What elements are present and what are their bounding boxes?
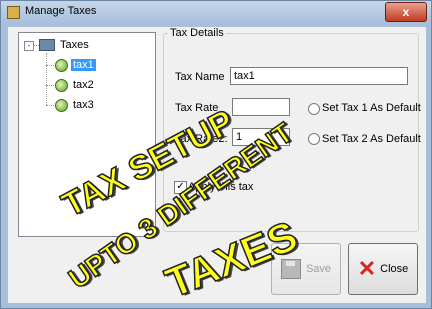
save-icon — [280, 259, 301, 279]
close-button[interactable]: ✕ Close — [348, 243, 418, 295]
close-button-label: Close — [380, 263, 409, 275]
tax-item-icon — [55, 58, 68, 72]
app-icon — [7, 6, 20, 19]
tax-rate2-input[interactable] — [232, 128, 290, 146]
collapse-expander[interactable]: - — [24, 41, 34, 51]
tree-item-label: tax1 — [71, 59, 96, 71]
manage-taxes-window: Manage Taxes x - Taxes tax1 tax2 tax3 Ta… — [0, 0, 432, 309]
tax-name-label: Tax Name — [175, 71, 225, 83]
tree-item-label: tax3 — [73, 99, 94, 111]
tax-item-icon — [55, 78, 68, 92]
tree-item-tax2[interactable]: tax2 — [55, 77, 96, 93]
tax-item-icon — [55, 98, 68, 112]
title-bar: Manage Taxes x — [1, 1, 431, 23]
tax-details-legend: Tax Details — [170, 27, 224, 39]
folder-icon — [39, 39, 55, 52]
taxes-tree[interactable]: - Taxes tax1 tax2 tax3 — [18, 32, 156, 237]
tax-rate-input[interactable] — [232, 98, 290, 116]
tree-root-label: Taxes — [60, 39, 89, 51]
default-tax2-label: Set Tax 2 As Default — [322, 133, 421, 145]
tax-rate-label: Tax Rate — [175, 102, 219, 114]
default-tax1-radio[interactable] — [308, 103, 320, 115]
default-tax1-label: Set Tax 1 As Default — [322, 102, 421, 114]
tax-rate2-label: Tax Rate2: — [175, 133, 228, 145]
tree-root-taxes[interactable]: Taxes — [39, 37, 91, 53]
tree-item-label: tax2 — [73, 79, 94, 91]
save-button-label: Save — [305, 263, 332, 275]
tree-item-tax3[interactable]: tax3 — [55, 97, 96, 113]
window-close-button[interactable]: x — [385, 2, 427, 22]
save-button[interactable]: Save — [271, 243, 341, 295]
close-x-icon: ✕ — [357, 256, 377, 281]
window-title: Manage Taxes — [25, 5, 97, 17]
apply-tax-checkbox[interactable]: ✓ — [174, 181, 187, 194]
tax-details-group: Tax Details — [163, 27, 419, 232]
dialog-body: - Taxes tax1 tax2 tax3 Tax Details Tax N… — [8, 27, 426, 303]
tree-item-tax1[interactable]: tax1 — [55, 57, 96, 73]
default-tax2-radio[interactable] — [308, 133, 320, 145]
apply-tax-label: Apply this tax — [188, 181, 254, 193]
tax-name-input[interactable] — [230, 67, 408, 85]
